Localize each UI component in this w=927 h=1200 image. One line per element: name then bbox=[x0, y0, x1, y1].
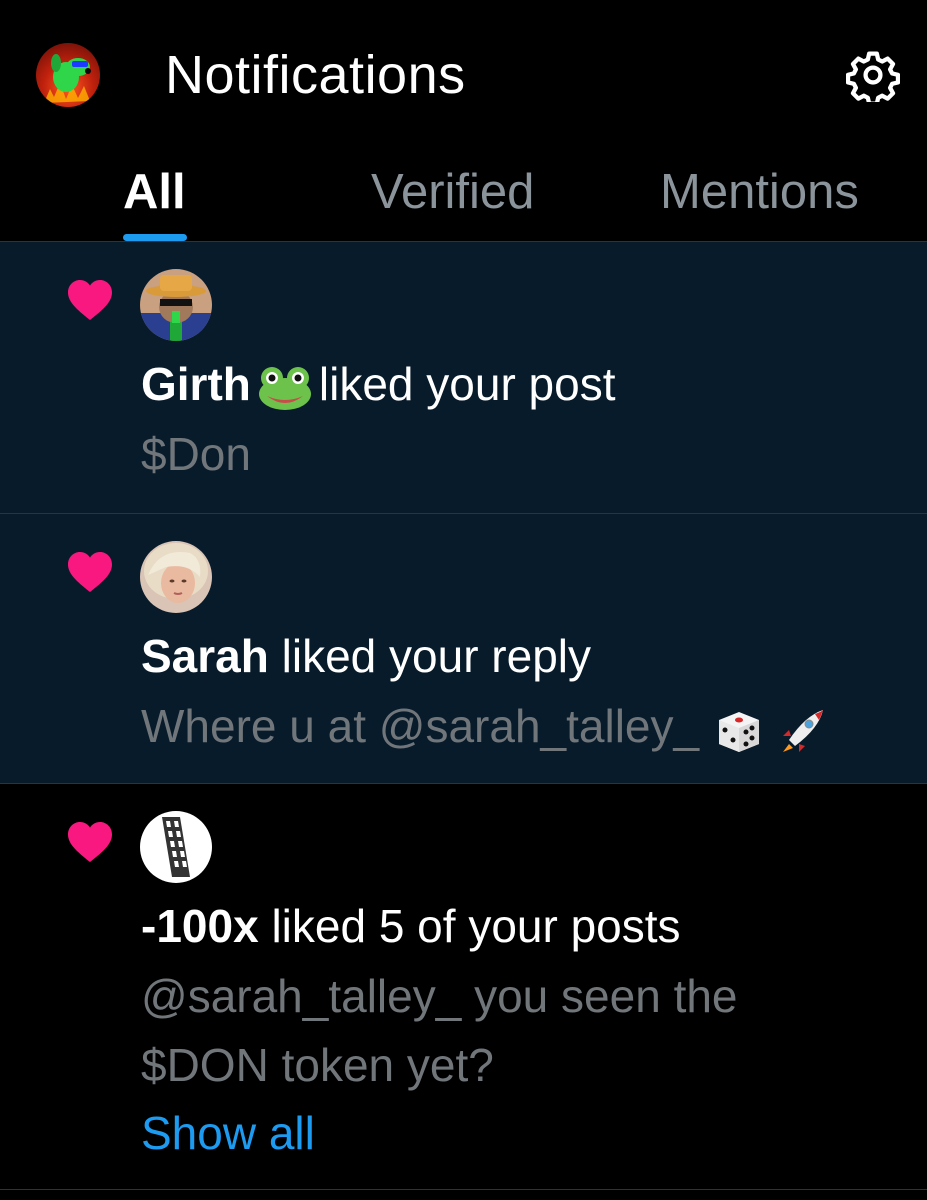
notification-text: Sarah liked your reply bbox=[141, 631, 591, 682]
profile-avatar[interactable] bbox=[36, 43, 100, 107]
notification-action: liked 5 of your posts bbox=[271, 900, 681, 952]
page-title: Notifications bbox=[165, 45, 466, 105]
tab-bar: All Verified Mentions bbox=[0, 150, 927, 242]
heart-icon bbox=[68, 552, 112, 592]
header: Notifications bbox=[0, 0, 927, 150]
tab-all[interactable]: All bbox=[123, 164, 186, 220]
notification-item[interactable]: -100x liked 5 of your posts @sarah_talle… bbox=[0, 784, 927, 1190]
tab-verified[interactable]: Verified bbox=[371, 164, 534, 220]
notification-text: Girth liked your post bbox=[141, 359, 616, 412]
notification-item[interactable]: Sarah liked your reply Where u at @sarah… bbox=[0, 514, 927, 784]
frog-emoji bbox=[258, 366, 311, 410]
post-preview[interactable]: Where u at @sarah_talley_ bbox=[141, 701, 837, 754]
avatar[interactable] bbox=[140, 541, 212, 613]
post-preview[interactable]: $Don bbox=[141, 429, 251, 480]
gear-icon bbox=[845, 51, 901, 106]
notification-action: liked your post bbox=[318, 358, 616, 410]
avatar[interactable] bbox=[140, 811, 212, 883]
preview-text: Where u at @sarah_talley_ bbox=[141, 700, 700, 752]
heart-icon bbox=[68, 822, 112, 862]
dice-emoji bbox=[719, 711, 760, 752]
user-name[interactable]: Girth bbox=[141, 358, 251, 410]
notification-action: liked your reply bbox=[281, 630, 591, 682]
notification-item[interactable]: Girth liked your post $Don bbox=[0, 242, 927, 514]
rocket-emoji bbox=[783, 709, 824, 752]
avatar[interactable] bbox=[140, 269, 212, 341]
show-all-link[interactable]: Show all bbox=[141, 1108, 315, 1159]
user-name[interactable]: Sarah bbox=[141, 630, 269, 682]
settings-button[interactable] bbox=[845, 48, 901, 106]
heart-icon bbox=[68, 280, 112, 320]
user-name[interactable]: -100x bbox=[141, 900, 259, 952]
post-preview[interactable]: @sarah_talley_ you seen the bbox=[141, 971, 738, 1022]
active-tab-indicator bbox=[123, 234, 187, 241]
tab-mentions[interactable]: Mentions bbox=[660, 164, 859, 220]
post-preview[interactable]: $DON token yet? bbox=[141, 1040, 494, 1091]
notification-text: -100x liked 5 of your posts bbox=[141, 901, 681, 952]
